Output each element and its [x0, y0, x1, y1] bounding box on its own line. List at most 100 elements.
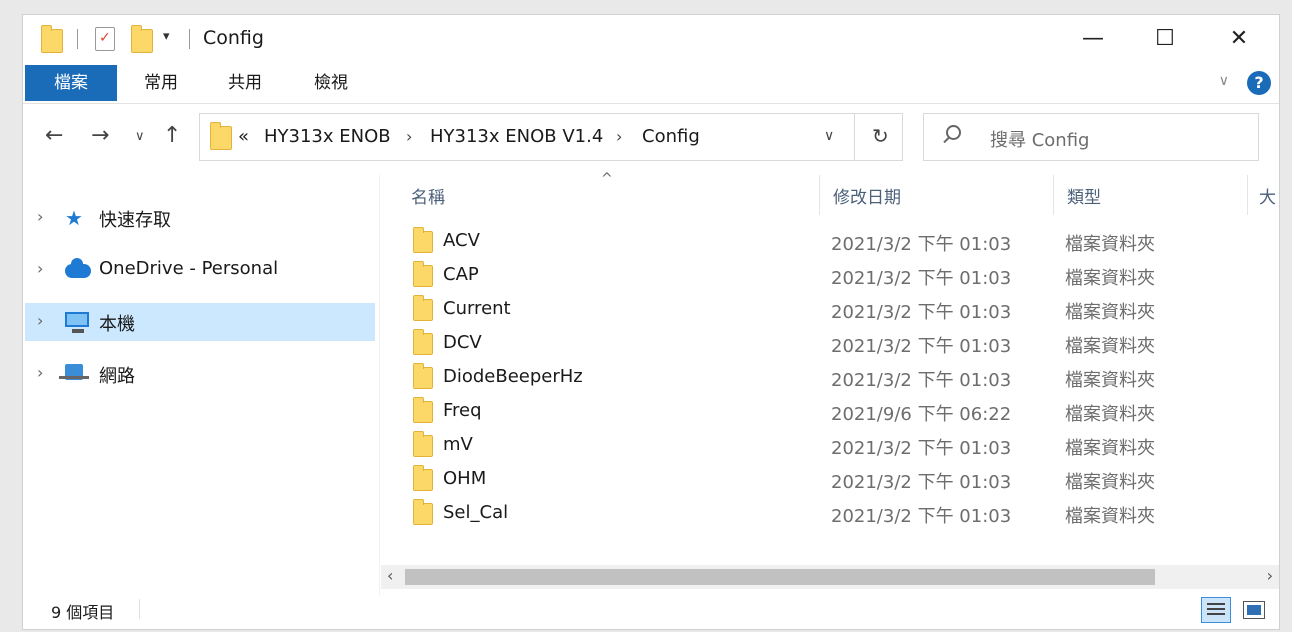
file-type: 檔案資料夾 — [1065, 336, 1155, 357]
expand-ribbon-chevron-icon[interactable]: ∨ — [1219, 73, 1229, 89]
sidebar-item-this-pc[interactable]: › 本機 — [25, 303, 375, 341]
back-arrow-icon[interactable]: ← — [45, 123, 63, 148]
status-divider — [139, 599, 140, 619]
file-name: ACV — [443, 230, 480, 251]
computer-icon — [65, 312, 89, 333]
forward-arrow-icon[interactable]: → — [91, 123, 109, 148]
folder-icon — [413, 329, 433, 355]
file-type: 檔案資料夾 — [1065, 268, 1155, 289]
ribbon-divider — [23, 103, 1279, 104]
close-button[interactable]: ✕ — [1219, 21, 1259, 57]
scroll-right-icon[interactable]: › — [1267, 566, 1273, 585]
column-header-name[interactable]: 名稱 — [411, 183, 445, 208]
sort-ascending-icon: ^ — [601, 171, 613, 187]
sidebar-item-label: OneDrive - Personal — [99, 258, 279, 279]
address-divider — [854, 114, 855, 160]
file-name: DCV — [443, 332, 482, 353]
properties-icon[interactable] — [95, 27, 115, 51]
pane-divider[interactable] — [379, 175, 380, 595]
folder-icon — [413, 295, 433, 321]
column-divider[interactable] — [1247, 175, 1248, 215]
title-bar: ▾ Config — ☐ ✕ — [23, 15, 1279, 65]
file-date: 2021/9/6 下午 06:22 — [831, 404, 1012, 425]
help-icon[interactable]: ? — [1247, 71, 1271, 95]
file-row[interactable]: CAP 2021/3/2 下午 01:03 檔案資料夾 — [409, 259, 1249, 293]
file-date: 2021/3/2 下午 01:03 — [831, 472, 1012, 493]
column-header-type[interactable]: 類型 — [1067, 183, 1101, 208]
file-row[interactable]: DiodeBeeperHz 2021/3/2 下午 01:03 檔案資料夾 — [409, 361, 1249, 395]
breadcrumb-overflow[interactable]: « — [238, 126, 249, 147]
folder-icon — [413, 431, 433, 457]
scroll-left-icon[interactable]: ‹ — [387, 566, 393, 585]
window-title: Config — [203, 27, 264, 49]
search-icon — [946, 125, 961, 140]
expand-chevron-icon[interactable]: › — [37, 207, 43, 226]
file-row[interactable]: Sel_Cal 2021/3/2 下午 01:03 檔案資料夾 — [409, 497, 1249, 531]
scrollbar-thumb[interactable] — [405, 569, 1155, 585]
tab-share[interactable]: 共用 — [215, 65, 275, 101]
file-row[interactable]: Current 2021/3/2 下午 01:03 檔案資料夾 — [409, 293, 1249, 327]
breadcrumb-separator-icon[interactable]: › — [616, 127, 622, 146]
column-header-size[interactable]: 大 — [1259, 183, 1276, 208]
folder-icon — [413, 261, 433, 287]
file-row[interactable]: DCV 2021/3/2 下午 01:03 檔案資料夾 — [409, 327, 1249, 361]
column-divider[interactable] — [1053, 175, 1054, 215]
new-folder-icon[interactable] — [131, 25, 153, 53]
details-view-icon[interactable] — [1201, 597, 1231, 623]
file-row[interactable]: mV 2021/3/2 下午 01:03 檔案資料夾 — [409, 429, 1249, 463]
breadcrumb-item[interactable]: HY313x ENOB V1.4 — [430, 126, 603, 147]
folder-icon — [413, 363, 433, 389]
file-type: 檔案資料夾 — [1065, 438, 1155, 459]
minimize-button[interactable]: — — [1073, 21, 1113, 57]
file-date: 2021/3/2 下午 01:03 — [831, 302, 1012, 323]
file-date: 2021/3/2 下午 01:03 — [831, 370, 1012, 391]
address-bar[interactable]: « HY313x ENOB › HY313x ENOB V1.4 › Confi… — [199, 113, 903, 161]
file-name: DiodeBeeperHz — [443, 366, 583, 387]
file-name: Sel_Cal — [443, 502, 509, 523]
expand-chevron-icon[interactable]: › — [37, 311, 43, 330]
large-icons-view-icon[interactable] — [1243, 601, 1265, 619]
expand-chevron-icon[interactable]: › — [37, 363, 43, 382]
sidebar-item-network[interactable]: › 網路 — [25, 355, 375, 393]
column-header-date[interactable]: 修改日期 — [833, 183, 901, 208]
sidebar-item-onedrive[interactable]: › OneDrive - Personal — [25, 251, 375, 289]
cloud-icon — [65, 258, 91, 278]
folder-icon — [413, 227, 433, 253]
sidebar-item-quick-access[interactable]: › ★ 快速存取 — [25, 199, 375, 237]
search-placeholder: 搜尋 Config — [990, 130, 1090, 151]
tab-view[interactable]: 檢視 — [301, 65, 361, 101]
file-name: CAP — [443, 264, 479, 285]
file-row[interactable]: Freq 2021/9/6 下午 06:22 檔案資料夾 — [409, 395, 1249, 429]
item-count: 9 個項目 — [51, 603, 115, 622]
tab-home[interactable]: 常用 — [131, 65, 191, 101]
quick-access-dropdown-icon[interactable]: ▾ — [163, 29, 170, 44]
sidebar-item-label: 網路 — [99, 366, 135, 387]
file-row[interactable]: ACV 2021/3/2 下午 01:03 檔案資料夾 — [409, 225, 1249, 259]
breadcrumb-item-current[interactable]: Config — [642, 126, 700, 147]
folder-icon — [413, 397, 433, 423]
refresh-icon[interactable]: ↻ — [872, 124, 889, 148]
folder-icon — [41, 25, 63, 53]
address-dropdown-icon[interactable]: ∨ — [824, 128, 834, 144]
file-row[interactable]: OHM 2021/3/2 下午 01:03 檔案資料夾 — [409, 463, 1249, 497]
horizontal-scrollbar[interactable]: ‹ › — [381, 565, 1279, 589]
file-date: 2021/3/2 下午 01:03 — [831, 234, 1012, 255]
breadcrumb-item[interactable]: HY313x ENOB — [264, 126, 391, 147]
expand-chevron-icon[interactable]: › — [37, 259, 43, 278]
file-name: Current — [443, 298, 511, 319]
tab-file[interactable]: 檔案 — [25, 65, 117, 101]
folder-icon — [210, 122, 232, 150]
folder-icon — [413, 499, 433, 525]
column-divider[interactable] — [819, 175, 820, 215]
breadcrumb-separator-icon[interactable]: › — [406, 127, 412, 146]
toolbar-separator — [77, 29, 78, 49]
recent-locations-chevron-icon[interactable]: ∨ — [135, 129, 145, 144]
file-date: 2021/3/2 下午 01:03 — [831, 438, 1012, 459]
search-box[interactable]: 搜尋 Config — [923, 113, 1259, 161]
maximize-button[interactable]: ☐ — [1145, 21, 1185, 57]
sidebar-item-label: 快速存取 — [99, 210, 171, 231]
file-date: 2021/3/2 下午 01:03 — [831, 336, 1012, 357]
file-date: 2021/3/2 下午 01:03 — [831, 268, 1012, 289]
up-arrow-icon[interactable]: ↑ — [163, 123, 181, 148]
file-type: 檔案資料夾 — [1065, 404, 1155, 425]
